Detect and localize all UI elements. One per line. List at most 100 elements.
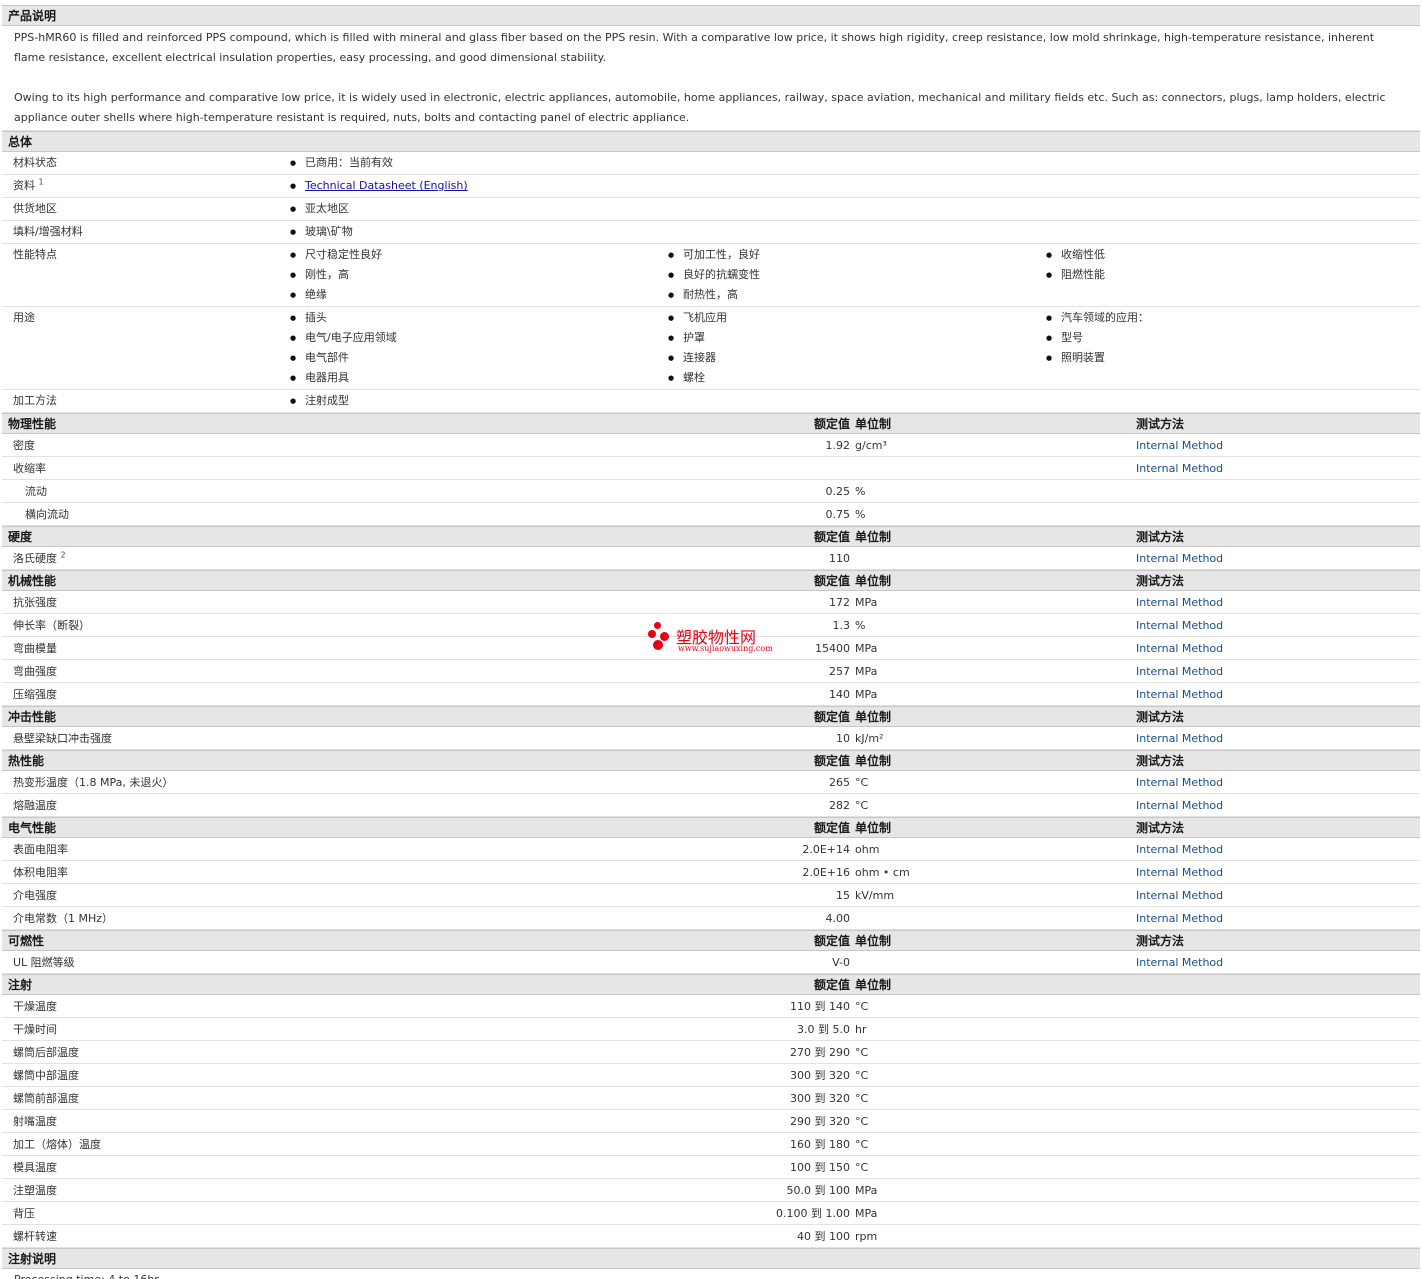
- row-value-range: 0.100 到 1.00: [776, 1202, 850, 1225]
- section-header-description: 产品说明: [2, 5, 1420, 26]
- table-row: 抗张强度 172 MPa Internal Method: [2, 591, 1420, 614]
- table-row: 压缩强度 140 MPa Internal Method: [2, 683, 1420, 706]
- row-value: 1.3: [832, 619, 851, 632]
- range-to: 320: [829, 1069, 850, 1082]
- range-from: 270: [790, 1046, 811, 1059]
- range-separator: 到: [811, 1092, 829, 1105]
- property-tables: 物理性能 额定值 单位制 测试方法 密度 1.92 g/cm³ Internal Method…: [2, 413, 1420, 1248]
- section-title: 机械性能: [8, 574, 57, 588]
- table-row: 洛氏硬度 2 110 Internal Method: [2, 547, 1420, 570]
- list-item: 玻璃\矿物: [290, 222, 353, 242]
- list-item: 亚太地区: [290, 199, 349, 219]
- row-test-method: Internal Method: [1136, 596, 1224, 609]
- table-row: 螺杆转速 40 到 100 rpm: [2, 1225, 1420, 1248]
- list-item: 护罩: [668, 328, 727, 348]
- row-unit: MPa: [855, 596, 878, 609]
- section-header: 机械性能 额定值 单位制 测试方法: [2, 570, 1420, 591]
- column-header-value: 额定值: [813, 710, 850, 724]
- row-label: 加工（熔体）温度: [13, 1138, 101, 1151]
- table-row: UL 阻燃等级 V-0 Internal Method: [2, 951, 1420, 974]
- row-value-range: 3.0 到 5.0: [797, 1018, 850, 1041]
- row-value: 4.00: [825, 912, 851, 925]
- column-header-value: 额定值: [813, 417, 850, 431]
- list-item: 绝缘: [290, 285, 382, 305]
- row-value: 15400: [815, 642, 850, 655]
- range-separator: 到: [811, 1138, 829, 1151]
- table-row: 注塑温度 50.0 到 100 MPa: [2, 1179, 1420, 1202]
- row-label: 螺筒中部温度: [13, 1069, 79, 1082]
- list-item: 汽车领域的应用：: [1046, 308, 1149, 328]
- row-unit: °C: [855, 799, 869, 812]
- technical-datasheet-link[interactable]: Technical Datasheet (English): [305, 179, 468, 192]
- range-from: 100: [790, 1161, 811, 1174]
- table-row: 热变形温度（1.8 MPa, 未退火） 265 °C Internal Method: [2, 771, 1420, 794]
- row-unit: °C: [855, 1138, 869, 1151]
- row-unit: °C: [855, 1161, 869, 1174]
- range-from: 110: [790, 1000, 811, 1013]
- row-label: 材料状态: [13, 156, 57, 169]
- row-unit: ohm: [855, 843, 880, 856]
- section-title: 注射说明: [8, 1252, 57, 1266]
- row-test-method: Internal Method: [1136, 642, 1224, 655]
- range-from: 3.0: [797, 1023, 815, 1036]
- section-title: 电气性能: [8, 821, 57, 835]
- table-row: 加工（熔体）温度 160 到 180 °C: [2, 1133, 1420, 1156]
- row-value: 10: [836, 732, 850, 745]
- row-unit: ohm • cm: [855, 866, 910, 879]
- list-item: 注射成型: [290, 391, 349, 411]
- section-header: 冲击性能 额定值 单位制 测试方法: [2, 706, 1420, 727]
- section-header: 可燃性 额定值 单位制 测试方法: [2, 930, 1420, 951]
- watermark-logo: 塑胶物性网 www.sujiaowuxing.com: [648, 622, 788, 658]
- table-row: 横向流动 0.75%: [2, 503, 1420, 526]
- table-row: 背压 0.100 到 1.00 MPa: [2, 1202, 1420, 1225]
- row-unit: kV/mm: [855, 889, 895, 902]
- table-row: 射嘴温度 290 到 320 °C: [2, 1110, 1420, 1133]
- general-row-status: 材料状态 已商用：当前有效: [2, 152, 1420, 175]
- column-header-unit: 单位制: [855, 417, 892, 431]
- list-item: 插头: [290, 308, 397, 328]
- general-row-features: 性能特点 尺寸稳定性良好 刚性，高 绝缘 可加工性，良好 良好的抗蠕变性 耐热性…: [2, 244, 1420, 307]
- row-test-method: Internal Method: [1136, 912, 1224, 925]
- row-value-range: 160 到 180: [790, 1133, 850, 1156]
- range-separator: 到: [811, 1000, 829, 1013]
- row-test-method: Internal Method: [1136, 799, 1224, 812]
- list-item: 可加工性，良好: [668, 245, 760, 265]
- general-row-filler: 填料/增强材料 玻璃\矿物: [2, 221, 1420, 244]
- section-header: 物理性能 额定值 单位制 测试方法: [2, 413, 1420, 434]
- list-item: 螺栓: [668, 368, 727, 388]
- row-unit: MPa: [855, 665, 878, 678]
- row-value-range: 300 到 320: [790, 1087, 850, 1110]
- row-label: 抗张强度: [13, 596, 57, 609]
- list-item: 飞机应用: [668, 308, 727, 328]
- table-row: 干燥温度 110 到 140 °C: [2, 995, 1420, 1018]
- column-header-test-method: 测试方法: [1136, 530, 1185, 544]
- row-unit: °C: [855, 1069, 869, 1082]
- range-separator: 到: [811, 1184, 829, 1197]
- range-from: 0.100: [776, 1207, 808, 1220]
- row-label: 密度: [13, 439, 35, 452]
- row-label: 伸长率（断裂）: [13, 619, 90, 632]
- footnote-marker: 2: [60, 550, 66, 560]
- table-row: 弯曲强度 257 MPa Internal Method: [2, 660, 1420, 683]
- column-header-test-method: 测试方法: [1136, 710, 1185, 724]
- row-unit: MPa: [855, 688, 878, 701]
- row-value: 1.92: [825, 439, 851, 452]
- row-value-range: 40 到 100: [797, 1225, 850, 1248]
- column-header-test-method: 测试方法: [1136, 574, 1185, 588]
- column-header-value: 额定值: [813, 821, 850, 835]
- injection-note-text: Processing time: 4 to 16hr: [2, 1269, 1420, 1279]
- table-row: 熔融温度 282 °C Internal Method: [2, 794, 1420, 817]
- section-title: 热性能: [8, 754, 45, 768]
- row-label: 用途: [13, 311, 35, 324]
- range-separator: 到: [811, 1230, 829, 1243]
- table-row: 表面电阻率 2.0E+14 ohm Internal Method: [2, 838, 1420, 861]
- row-unit: °C: [855, 776, 869, 789]
- column-header-unit: 单位制: [855, 710, 892, 724]
- table-row: 螺筒后部温度 270 到 290 °C: [2, 1041, 1420, 1064]
- row-unit: MPa: [855, 1184, 878, 1197]
- row-value: 15: [836, 889, 850, 902]
- row-label: 背压: [13, 1207, 35, 1220]
- row-value-range: 100 到 150: [790, 1156, 850, 1179]
- row-label: 悬壁梁缺口冲击强度: [13, 732, 112, 745]
- row-value: 282: [829, 799, 850, 812]
